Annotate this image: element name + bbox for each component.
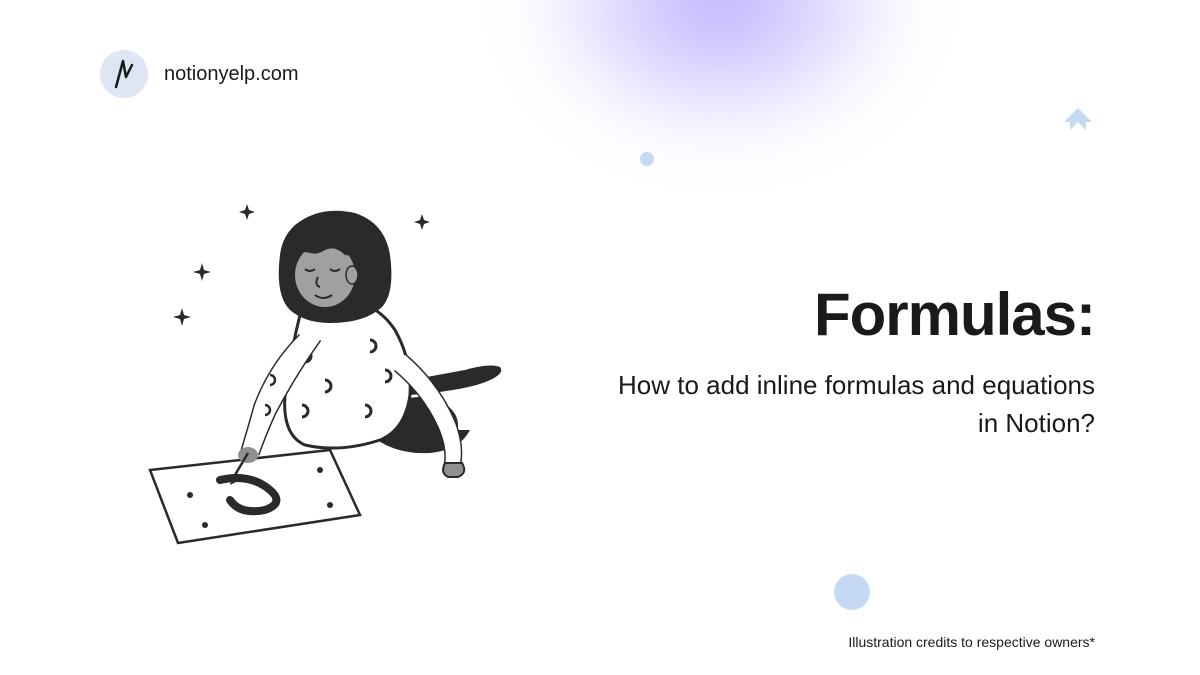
content-area: Formulas: How to add inline formulas and…: [615, 280, 1095, 442]
upward-arrow-icon: [1056, 100, 1100, 144]
decorative-dot-small: [640, 152, 654, 166]
page-subtitle: How to add inline formulas and equations…: [615, 367, 1095, 442]
person-painting-illustration: [130, 195, 530, 555]
header: notionyelp.com: [100, 50, 299, 98]
brand-logo-icon: [100, 50, 148, 98]
purple-glow-decoration: [520, 0, 920, 150]
decorative-dot-large: [834, 574, 870, 610]
page-title: Formulas:: [615, 280, 1095, 349]
brand-name: notionyelp.com: [164, 63, 299, 86]
illustration-credits: Illustration credits to respective owner…: [848, 634, 1095, 650]
